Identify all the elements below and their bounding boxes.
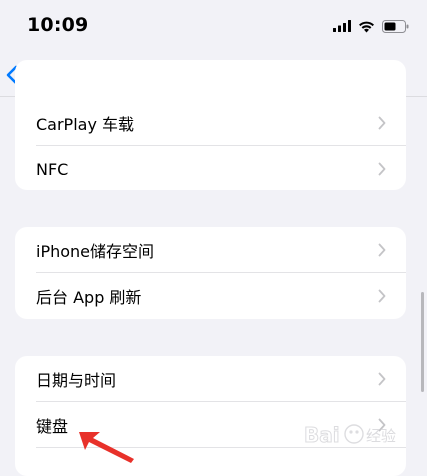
list-item-label: iPhone储存空间: [36, 242, 155, 261]
chevron-right-icon: [378, 162, 386, 176]
status-time: 10:09: [27, 14, 89, 36]
list-item-nfc[interactable]: NFC: [15, 146, 406, 190]
list-item-label: CarPlay 车载: [36, 115, 135, 134]
svg-text:Bai: Bai: [304, 423, 340, 447]
list-item-date-time[interactable]: 日期与时间: [15, 356, 406, 402]
annotation-arrow-icon: [79, 432, 134, 463]
list-item-carplay[interactable]: CarPlay 车载: [15, 100, 406, 146]
status-bar: 10:09: [0, 0, 427, 52]
scroll-indicator: [421, 292, 424, 392]
list-item-label: 后台 App 刷新: [36, 288, 142, 307]
chevron-right-icon: [378, 116, 386, 130]
cellular-signal-icon: [333, 20, 351, 32]
settings-group-2: iPhone储存空间 后台 App 刷新: [15, 227, 406, 319]
svg-text:经验: 经验: [366, 427, 396, 445]
list-item-label: NFC: [36, 159, 69, 179]
watermark-logo: Bai 经验: [304, 423, 397, 448]
list-item-iphone-storage[interactable]: iPhone储存空间: [15, 227, 406, 273]
list-item-label: 日期与时间: [36, 371, 117, 390]
chevron-right-icon: [378, 243, 386, 257]
list-item-label: 键盘: [36, 417, 69, 436]
battery-icon: [382, 19, 409, 33]
list-item-background-app-refresh[interactable]: 后台 App 刷新: [15, 273, 406, 319]
chevron-right-icon: [378, 289, 386, 303]
status-icons: [333, 16, 409, 36]
watermark: Bai 经验: [300, 414, 420, 460]
wifi-icon: [359, 21, 374, 32]
chevron-right-icon: [378, 372, 386, 386]
settings-group-1: CarPlay 车载 NFC: [15, 60, 406, 190]
